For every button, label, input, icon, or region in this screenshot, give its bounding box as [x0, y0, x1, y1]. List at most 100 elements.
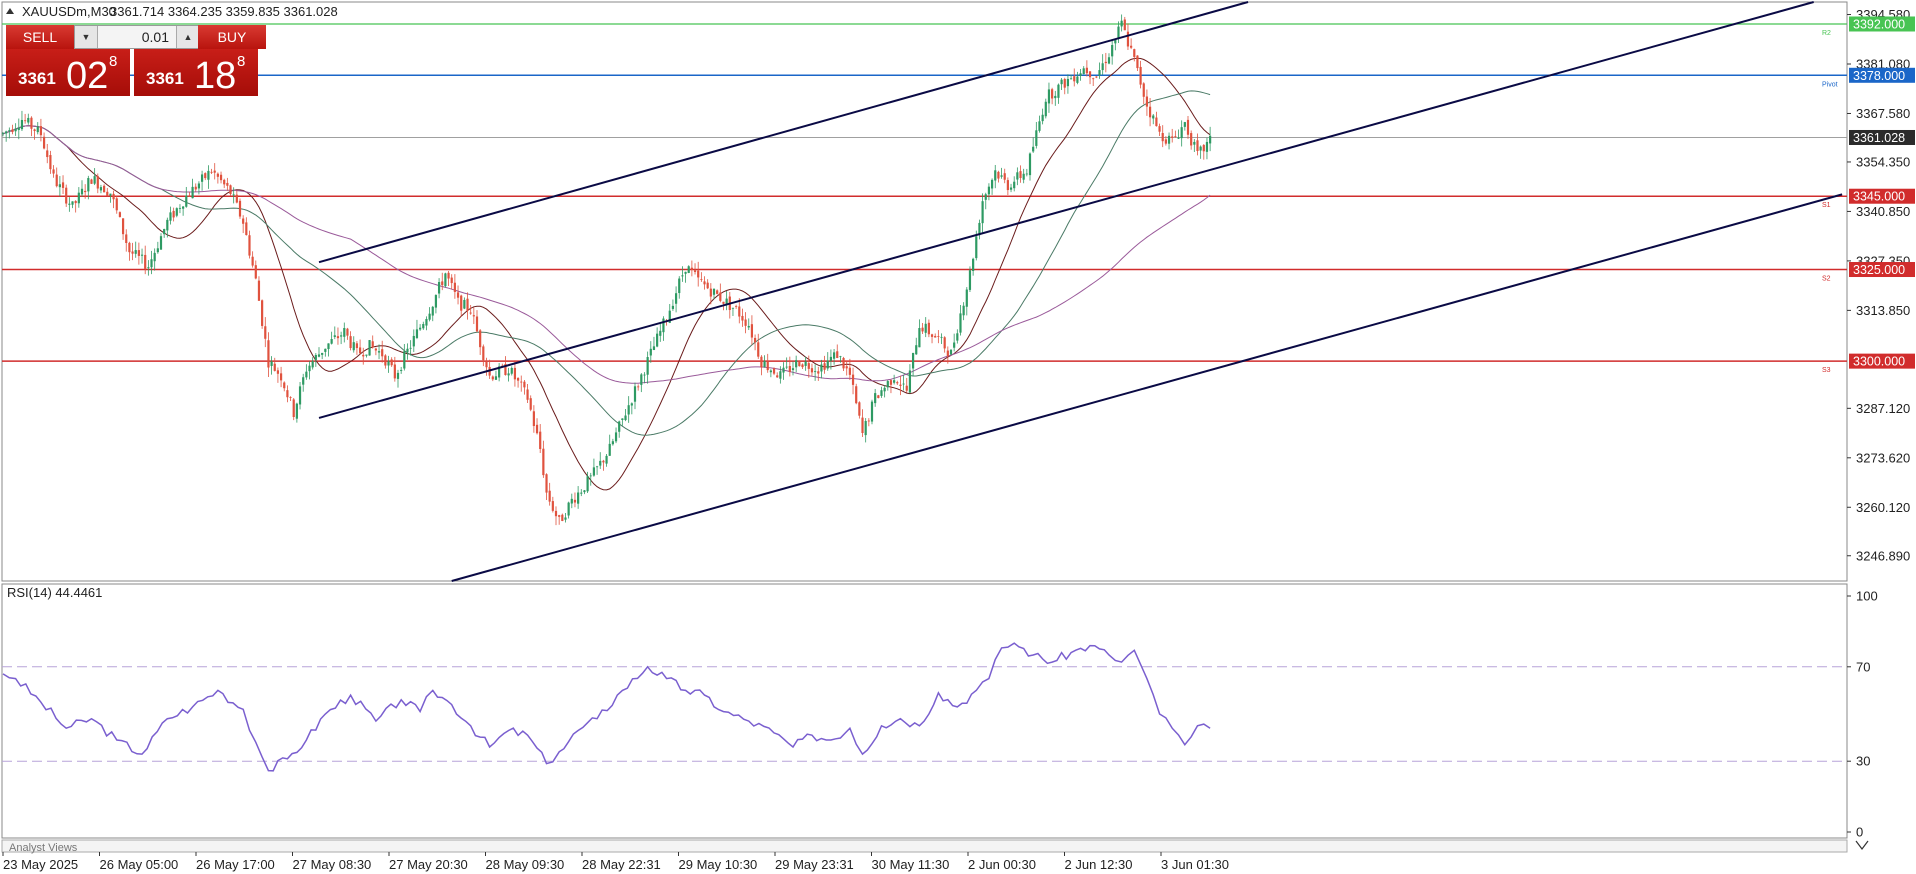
candle-body — [684, 271, 687, 274]
candle-body — [741, 315, 744, 321]
candle-body — [365, 354, 368, 356]
level-tag-text: 3378.000 — [1853, 69, 1905, 83]
candle-body — [254, 265, 257, 279]
candle-body — [788, 366, 791, 373]
candle-body — [577, 492, 580, 504]
candle-body — [526, 389, 529, 400]
candle-body — [358, 347, 362, 354]
time-tick-label: 27 May 20:30 — [389, 857, 468, 872]
candle-body — [431, 306, 434, 316]
time-tick-label: 2 Jun 00:30 — [968, 857, 1036, 872]
scroll-arrow-icon[interactable] — [1855, 840, 1869, 850]
candle-body — [1032, 146, 1035, 152]
candle-body — [90, 179, 93, 184]
candle-body — [103, 185, 106, 193]
volume-field[interactable]: ▼ 0.01 ▲ — [74, 25, 200, 49]
candle-body — [1186, 119, 1190, 135]
candle-body — [422, 324, 425, 329]
triangle-up-icon[interactable]: ▲ — [176, 26, 199, 48]
sell-button[interactable]: SELL — [6, 25, 74, 49]
candle-body — [283, 382, 286, 389]
candle-body — [975, 236, 978, 259]
candle-body — [61, 182, 65, 188]
analyst-views-label[interactable]: Analyst Views — [9, 842, 78, 854]
candle-body — [649, 348, 652, 356]
candle-body — [1158, 126, 1161, 132]
candle-body — [1104, 61, 1107, 64]
candle-body — [321, 352, 324, 355]
candle-body — [1013, 181, 1016, 189]
candle-body — [573, 499, 577, 503]
candle-body — [1035, 130, 1038, 146]
candle-body — [1193, 141, 1196, 145]
candle-body — [927, 322, 930, 335]
candle-body — [204, 173, 207, 179]
candle-body — [1145, 96, 1149, 107]
candle-body — [308, 365, 311, 372]
candle-body — [1088, 71, 1092, 78]
candle-body — [245, 222, 248, 236]
level-tag-text: 3345.000 — [1853, 190, 1905, 204]
candle-body — [558, 515, 561, 517]
candle-body — [1161, 133, 1164, 142]
candle-body — [769, 370, 772, 373]
candle-body — [1174, 136, 1177, 138]
candle-body — [216, 173, 219, 177]
bid-price-small: 3361 — [18, 69, 56, 88]
rsi-tick-label: 30 — [1856, 754, 1870, 769]
candle-body — [908, 370, 912, 393]
candle-body — [516, 378, 520, 381]
candle-body — [747, 325, 750, 328]
candle-body — [567, 502, 570, 516]
candle-body — [355, 343, 359, 349]
candle-body — [295, 403, 298, 419]
candle-body — [11, 129, 14, 133]
candle-body — [826, 360, 829, 369]
triangle-down-icon[interactable]: ▼ — [75, 26, 98, 48]
candle-body — [1155, 117, 1158, 127]
candle-body — [340, 335, 343, 337]
candle-body — [561, 514, 564, 522]
candle-body — [87, 178, 90, 192]
buy-button[interactable]: BUY — [198, 25, 266, 49]
candle-body — [570, 498, 573, 504]
one-click-trading-panel: SELL ▼ 0.01 ▲ BUY 3361 02 8 3361 18 8 — [6, 25, 266, 97]
candle-body — [766, 361, 769, 371]
price-tick-label: 3313.850 — [1856, 303, 1910, 318]
volume-value[interactable]: 0.01 — [99, 26, 175, 48]
candle-body — [1183, 122, 1186, 127]
candle-body — [934, 335, 937, 338]
level-label-s1: S1 — [1822, 202, 1831, 209]
candle-body — [548, 490, 551, 502]
footer-strip — [1, 839, 1848, 853]
candle-body — [472, 315, 475, 317]
candle-body — [750, 324, 754, 338]
candle-body — [292, 399, 295, 417]
candle-body — [346, 328, 349, 336]
rsi-pane-frame — [1, 583, 1848, 839]
candle-body — [1022, 173, 1025, 180]
candle-body — [1047, 89, 1051, 104]
candle-body — [858, 402, 861, 416]
bid-price-box[interactable]: 3361 02 8 — [6, 49, 130, 97]
candle-body — [602, 460, 605, 463]
candle-body — [1164, 139, 1167, 144]
time-tick-label: 29 May 23:31 — [775, 857, 854, 872]
candle-body — [1085, 67, 1088, 74]
ask-price-box[interactable]: 3361 18 8 — [134, 49, 258, 97]
candle-body — [652, 346, 656, 350]
candle-body — [580, 492, 583, 494]
candle-body — [937, 336, 940, 337]
candle-body — [915, 345, 918, 355]
price-tick-label: 3273.620 — [1856, 450, 1910, 465]
candle-body — [96, 176, 99, 189]
candle-body — [959, 313, 962, 333]
candle-body — [226, 182, 229, 186]
candle-body — [330, 339, 333, 344]
candle-body — [289, 397, 292, 398]
candle-body — [343, 328, 346, 337]
candle-body — [428, 313, 431, 320]
candle-body — [71, 201, 74, 205]
candle-body — [200, 174, 204, 182]
price-tick-label: 3287.120 — [1856, 401, 1910, 416]
